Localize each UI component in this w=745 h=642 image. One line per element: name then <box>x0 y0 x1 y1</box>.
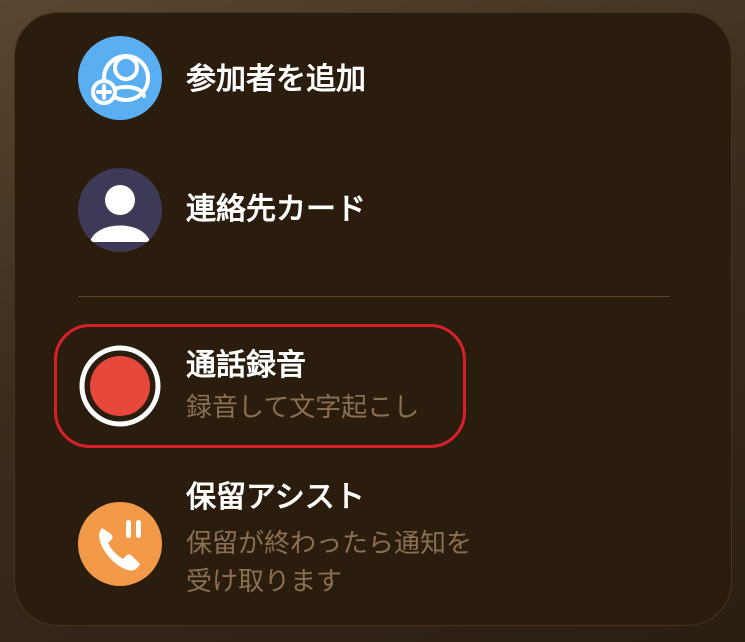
menu-item-title: 保留アシスト <box>186 480 365 515</box>
menu-item-add-participant[interactable]: 参加者を追加 <box>14 30 732 130</box>
call-options-menu: 参加者を追加 連絡先カード 通話録音 録音して文字起こし 保留アシスト 保留が終… <box>14 12 732 626</box>
record-icon <box>78 344 162 428</box>
menu-item-hold-assist[interactable]: 保留アシスト 保留が終わったら通知を 受け取ります <box>14 474 732 614</box>
menu-item-subtitle-line2: 受け取ります <box>186 567 343 597</box>
hold-assist-icon <box>78 502 162 586</box>
menu-item-title: 連絡先カード <box>186 192 366 227</box>
contact-card-icon <box>78 168 162 252</box>
menu-item-title: 通話録音 <box>186 348 306 383</box>
menu-item-subtitle: 録音して文字起こし <box>186 393 420 423</box>
menu-divider <box>78 296 670 297</box>
menu-item-contact-card[interactable]: 連絡先カード <box>14 164 732 264</box>
add-participant-icon <box>78 36 162 120</box>
menu-item-title: 参加者を追加 <box>186 62 366 97</box>
menu-item-call-recording[interactable]: 通話録音 録音して文字起こし <box>14 338 732 438</box>
menu-item-subtitle-line1: 保留が終わったら通知を <box>186 529 473 559</box>
